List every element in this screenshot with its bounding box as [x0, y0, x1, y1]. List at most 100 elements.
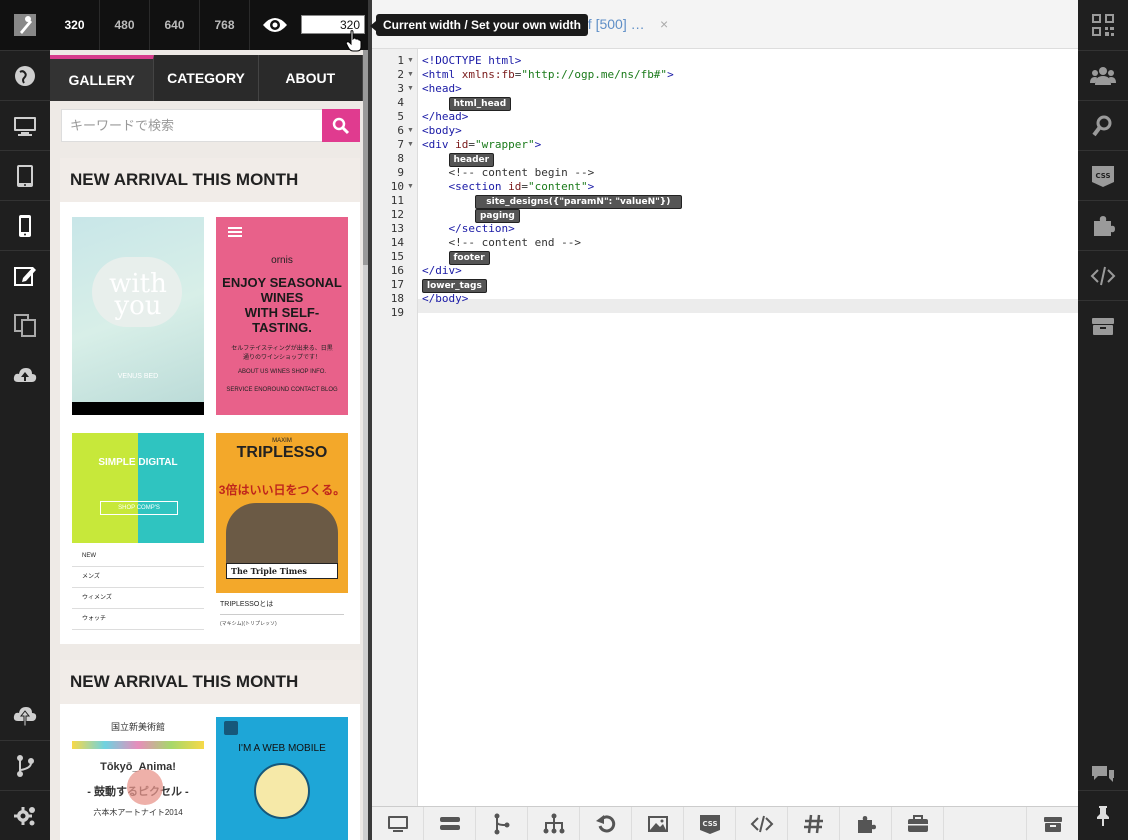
archive-icon[interactable] [1078, 300, 1128, 350]
fold-arrow-icon[interactable]: ▼ [407, 141, 414, 148]
line-number: 1 [397, 54, 404, 67]
line-number: 11 [390, 194, 404, 207]
svg-text:CSS: CSS [1095, 172, 1110, 180]
briefcase-icon[interactable] [892, 807, 944, 840]
nav-gallery[interactable]: GALLERY [50, 55, 155, 101]
branch-icon[interactable] [0, 740, 50, 790]
page-count-link[interactable]: of [500] … [580, 16, 645, 32]
css-icon[interactable]: CSS [1078, 150, 1128, 200]
thumb-triplesso[interactable]: MAXIM TRIPLESSO 3倍はいい日をつくる。 The Triple T… [216, 433, 348, 633]
code-line[interactable]: lower_tags [422, 278, 487, 293]
thumb-jp: 3倍はいい日をつくる。 [218, 483, 346, 497]
close-icon[interactable]: × [660, 16, 668, 32]
logo-icon[interactable] [0, 0, 50, 50]
pin-icon[interactable] [1078, 790, 1128, 840]
code-line[interactable]: site_designs({"paramN": "valueN"}) [422, 194, 682, 209]
code-line[interactable]: <div id="wrapper"> [422, 138, 541, 152]
thumb-list: NEW メンズ ウィメンズ ウォッチ [72, 546, 204, 630]
code-editor[interactable]: <!DOCTYPE html> <html xmlns:fb="http://og… [418, 49, 1078, 806]
preview-nav: GALLERY CATEGORY ABOUT [50, 55, 363, 101]
thumb-brand: ornis [271, 255, 293, 266]
nav-category[interactable]: CATEGORY [154, 55, 259, 101]
fold-arrow-icon[interactable]: ▼ [407, 183, 414, 190]
desktop-icon[interactable] [0, 100, 50, 150]
code-line[interactable]: <body> [422, 124, 462, 138]
line-number: 3 [397, 82, 404, 95]
sitemap-icon[interactable] [528, 807, 580, 840]
width-480-button[interactable]: 480 [100, 0, 150, 50]
thumb-paper: The Triple Times [226, 563, 338, 579]
globe-icon[interactable] [0, 50, 50, 100]
rows-icon[interactable] [424, 807, 476, 840]
line-number: 7 [397, 138, 404, 151]
cloud-upload-icon[interactable] [0, 350, 50, 400]
width-tooltip: Current width / Set your own width [370, 14, 588, 36]
fold-arrow-icon[interactable]: ▼ [407, 85, 414, 92]
thumb-jp: 国立新美術館 [110, 722, 165, 732]
thumb-item2: (マキシム)(トリプレッソ) [220, 621, 277, 627]
right-sidebar: CSS [1078, 0, 1128, 840]
mobile-preview: GALLERY CATEGORY ABOUT キーワードで検索 NEW ARRI… [50, 50, 368, 840]
nav-about[interactable]: ABOUT [259, 55, 363, 101]
line-number: 17 [390, 278, 404, 291]
search-icon[interactable] [322, 109, 360, 142]
archive-icon[interactable] [1026, 807, 1078, 840]
code-icon[interactable] [1078, 250, 1128, 300]
width-768-button[interactable]: 768 [200, 0, 250, 50]
cloud-sync-icon[interactable] [0, 690, 50, 740]
code-line[interactable]: header [422, 152, 495, 167]
eye-icon[interactable] [250, 0, 300, 50]
css-icon[interactable]: CSS [684, 807, 736, 840]
code-line[interactable]: </body> [422, 292, 468, 306]
users-icon[interactable] [1078, 50, 1128, 100]
width-640-button[interactable]: 640 [150, 0, 200, 50]
code-line[interactable]: <!-- content end --> [422, 236, 581, 250]
search-icon[interactable] [1078, 100, 1128, 150]
section-title: NEW ARRIVAL THIS MONTH [60, 660, 360, 704]
undo-icon[interactable] [580, 807, 632, 840]
fold-arrow-icon[interactable]: ▼ [407, 57, 414, 64]
section-title: NEW ARRIVAL THIS MONTH [60, 158, 360, 202]
tablet-icon[interactable] [0, 150, 50, 200]
thumb-title: I'M A WEB MOBILE [238, 743, 326, 754]
code-line[interactable]: </div> [422, 264, 462, 278]
image-icon[interactable] [632, 807, 684, 840]
line-number: 8 [397, 152, 404, 165]
code-line[interactable]: </section> [422, 222, 515, 236]
line-number: 16 [390, 264, 404, 277]
thumb-title: TRIPLESSO [236, 444, 328, 461]
code-line[interactable]: <html xmlns:fb="http://ogp.me/ns/fb#"> [422, 68, 674, 82]
app-window: 320 480 640 768 current Current width / … [0, 0, 1128, 840]
preview-search-input[interactable]: キーワードで検索 [61, 109, 323, 142]
code-line[interactable]: html_head [422, 96, 512, 111]
code-line[interactable]: </head> [422, 110, 468, 124]
hand-cursor-icon [345, 30, 362, 55]
desktop-icon[interactable] [372, 807, 424, 840]
code-line[interactable]: <head> [422, 82, 462, 96]
gear-icon[interactable] [0, 790, 50, 840]
code-line[interactable]: paging [422, 208, 520, 223]
qr-code-icon[interactable] [1078, 0, 1128, 50]
edit-icon[interactable] [0, 250, 50, 300]
code-line[interactable]: <section id="content"> [422, 180, 595, 194]
tree-icon[interactable] [476, 807, 528, 840]
copy-icon[interactable] [0, 300, 50, 350]
fold-arrow-icon[interactable]: ▼ [407, 127, 414, 134]
thumb-web-mobile[interactable]: I'M A WEB MOBILE [216, 717, 348, 840]
mobile-icon[interactable] [0, 200, 50, 250]
line-number: 13 [390, 222, 404, 235]
code-line[interactable]: <!-- content begin --> [422, 166, 595, 180]
thumb-ornis[interactable]: ornis ENJOY SEASONAL WINES WITH SELF-TASTI… [216, 217, 348, 415]
code-line[interactable]: footer [422, 250, 490, 265]
thumb-tokyo-anima[interactable]: 国立新美術館 Tōkyō_Anima! - 鼓動するピクセル - 六本木アートナ… [72, 717, 204, 840]
thumb-simple-digital[interactable]: SIMPLE DIGITAL SHOP COMP'S NEW メンズ ウィメンズ… [72, 433, 204, 633]
line-number: 15 [390, 250, 404, 263]
width-320-button[interactable]: 320 [50, 0, 100, 50]
thumb-venus-bed[interactable]: with you VENUS BED [72, 217, 204, 415]
puzzle-icon[interactable] [1078, 200, 1128, 250]
puzzle-icon[interactable] [840, 807, 892, 840]
hash-icon[interactable] [788, 807, 840, 840]
code-line[interactable]: <!DOCTYPE html> [422, 54, 521, 68]
fold-arrow-icon[interactable]: ▼ [407, 71, 414, 78]
code-icon[interactable] [736, 807, 788, 840]
